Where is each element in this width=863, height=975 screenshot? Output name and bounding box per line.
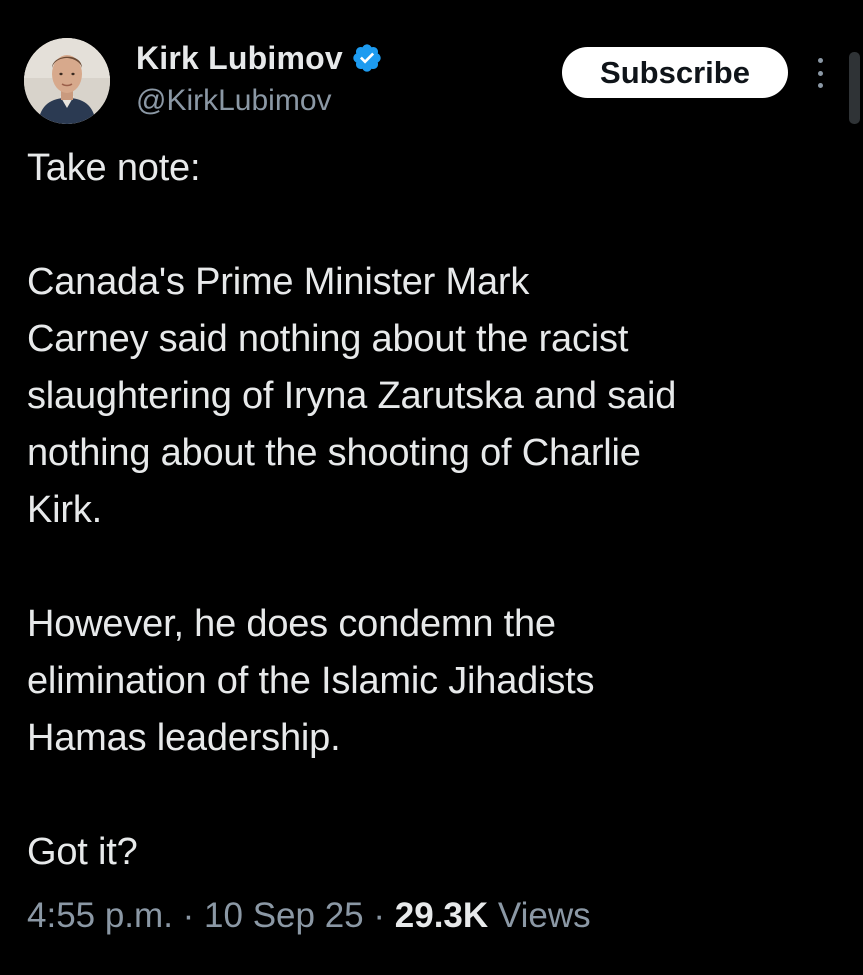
meta-separator: · (373, 896, 386, 935)
display-name-row: Kirk Lubimov (136, 36, 383, 80)
tweet-time[interactable]: 4:55 p.m. (27, 896, 173, 935)
more-dot (817, 83, 823, 88)
meta-separator: · (182, 896, 195, 935)
tweet-date[interactable]: 10 Sep 25 (204, 896, 364, 935)
more-dot (817, 70, 823, 76)
tweet-paragraph: Canada's Prime Minister Mark Carney said… (27, 261, 677, 531)
more-dot (817, 58, 823, 63)
verified-badge-icon (351, 42, 383, 74)
views-count[interactable]: 29.3K (395, 896, 488, 935)
more-vertical-icon[interactable] (808, 58, 832, 88)
tweet-text: Take note: Canada's Prime Minister Mark … (27, 140, 827, 881)
tweet-paragraph: Got it? (27, 831, 138, 873)
tweet-view: Kirk Lubimov @KirkLubimov Subscribe Take… (0, 0, 863, 975)
subscribe-button[interactable]: Subscribe (562, 47, 788, 98)
tweet-paragraph: However, he does condemn the elimination… (27, 603, 595, 759)
author-handle[interactable]: @KirkLubimov (136, 84, 383, 118)
tweet-header: Kirk Lubimov @KirkLubimov Subscribe (0, 0, 863, 140)
author-display-name[interactable]: Kirk Lubimov (136, 40, 343, 77)
scrollbar-thumb[interactable] (849, 52, 860, 124)
avatar[interactable] (24, 38, 110, 124)
author-info: Kirk Lubimov @KirkLubimov (136, 36, 383, 118)
tweet-metadata: 4:55 p.m. · 10 Sep 25 · 29.3K Views (27, 893, 591, 939)
tweet-paragraph: Take note: (27, 147, 201, 189)
views-label: Views (497, 896, 591, 935)
